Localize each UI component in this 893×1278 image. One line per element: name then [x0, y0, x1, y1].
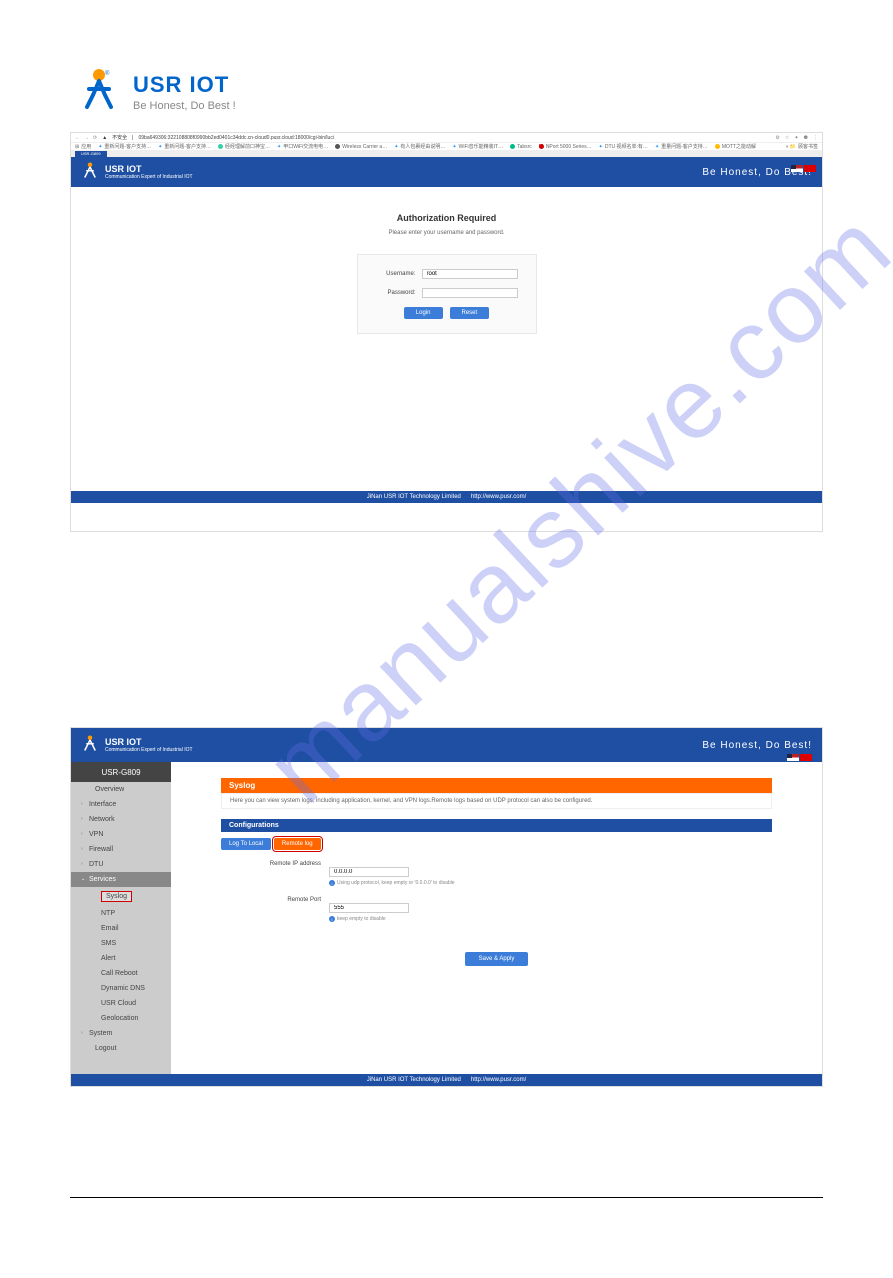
app-name: USR IOT: [105, 164, 193, 174]
app-logo-icon: [81, 734, 99, 757]
flag-cn-icon[interactable]: [800, 754, 812, 761]
sidebar-item-usr-cloud[interactable]: USR Cloud: [71, 996, 171, 1011]
tab-log-to-local[interactable]: Log To Local: [221, 838, 271, 850]
sidebar-item-logout[interactable]: Logout: [71, 1041, 171, 1056]
sidebar-item-vpn[interactable]: ›VPN: [71, 827, 171, 842]
app-slogan: Be Honest, Do Best!: [702, 740, 812, 751]
flag-us-icon[interactable]: [787, 754, 799, 761]
sidebar-item-call-reboot[interactable]: Call Reboot: [71, 966, 171, 981]
bookmark-item[interactable]: ✦重新问题-客户支持…: [158, 143, 211, 150]
app-name: USR IOT: [105, 737, 193, 747]
app-footer: JiNan USR IOT Technology Limited http://…: [71, 1074, 822, 1086]
remote-ip-hint: Using udp protocol, keep empty or '0.0.0…: [337, 880, 455, 886]
app-subtitle: Communication Expert of Industrial IOT: [105, 174, 193, 181]
auth-title: Authorization Required: [71, 213, 822, 223]
sidebar: USR-G809 Overview ›Interface ›Network ›V…: [71, 762, 171, 1074]
app-header: USR IOT Communication Expert of Industri…: [71, 728, 822, 762]
svg-text:®: ®: [105, 70, 110, 77]
login-form: Username: Password: Login Reset: [357, 254, 537, 334]
footer-url[interactable]: http://www.pusr.com/: [471, 494, 526, 500]
usr-iot-logo-icon: ®: [75, 65, 123, 118]
app-logo-icon: [81, 161, 99, 184]
reload-icon[interactable]: ⟳: [93, 135, 97, 141]
bookmark-item[interactable]: ✦重量问题-客户支持…: [655, 143, 708, 150]
translate-icon[interactable]: ⚙: [775, 135, 779, 141]
panel-title: Syslog: [221, 778, 772, 793]
security-indicator: ▲: [102, 135, 107, 141]
login-button[interactable]: Login: [404, 307, 443, 319]
document-footer-rule: [70, 1197, 823, 1198]
logo-tagline: Be Honest, Do Best !: [133, 100, 236, 112]
remote-ip-label: Remote IP address: [221, 860, 321, 867]
bookmark-right[interactable]: » 📁 顾客书签: [786, 143, 818, 150]
browser-tab[interactable]: USR-G809: [75, 151, 107, 157]
remote-port-hint: keep empty to disable: [337, 916, 386, 922]
login-screenshot: ← → ⟳ ▲ 不安全 | 09ba649306:322108808f0990b…: [70, 132, 823, 532]
bookmark-item[interactable]: 经经理解前口神宝…: [218, 143, 270, 150]
bookmark-item[interactable]: ✦WiFi音乐能精装IT…: [452, 143, 503, 150]
sidebar-item-alert[interactable]: Alert: [71, 951, 171, 966]
footer-url[interactable]: http://www.pusr.com/: [471, 1077, 526, 1083]
bookmark-item[interactable]: ✦有人包裹经由说明…: [394, 143, 445, 150]
device-model: USR-G809: [71, 762, 171, 782]
username-input[interactable]: [422, 269, 518, 279]
sidebar-item-geolocation[interactable]: Geolocation: [71, 1011, 171, 1026]
bookmark-item[interactable]: MNPort 5000 Series…: [539, 144, 592, 150]
star-icon[interactable]: ☆: [785, 135, 789, 141]
sidebar-item-system[interactable]: ›System: [71, 1026, 171, 1041]
remote-ip-input[interactable]: [329, 867, 409, 877]
sidebar-item-dtu[interactable]: ›DTU: [71, 857, 171, 872]
flag-us-icon[interactable]: [791, 165, 803, 172]
remote-port-label: Remote Port: [221, 896, 321, 903]
flag-cn-icon[interactable]: [804, 165, 816, 172]
sidebar-item-interface[interactable]: ›Interface: [71, 797, 171, 812]
tab-remote-log[interactable]: Remote log: [274, 838, 321, 850]
info-icon: i: [329, 880, 335, 886]
app-header: USR IOT Communication Expert of Industri…: [71, 157, 822, 187]
bookmark-app[interactable]: ⊞ 应用: [75, 143, 91, 150]
save-apply-button[interactable]: Save & Apply: [465, 952, 529, 966]
sidebar-item-email[interactable]: Email: [71, 921, 171, 936]
syslog-screenshot: USR IOT Communication Expert of Industri…: [70, 727, 823, 1087]
sidebar-item-syslog[interactable]: Syslog: [71, 887, 171, 906]
app-footer: JiNan USR IOT Technology Limited http://…: [71, 491, 822, 503]
password-input[interactable]: [422, 288, 518, 298]
sidebar-item-firewall[interactable]: ›Firewall: [71, 842, 171, 857]
bookmark-item[interactable]: Tabsrc: [510, 144, 532, 150]
sidebar-item-services[interactable]: ⌄Services: [71, 872, 171, 887]
bookmarks-bar: ⊞ 应用 ✦重新问题-客户支持… ✦重新问题-客户支持… 经经理解前口神宝… ✦…: [71, 143, 822, 151]
panel-description: Here you can view system logs, including…: [221, 793, 772, 809]
footer-company: JiNan USR IOT Technology Limited: [367, 494, 461, 500]
forward-icon[interactable]: →: [84, 135, 89, 141]
bookmark-item[interactable]: MOTT之能动解: [715, 143, 756, 150]
sidebar-item-dynamic-dns[interactable]: Dynamic DNS: [71, 981, 171, 996]
menu-icon[interactable]: ⋮: [813, 135, 818, 141]
profile-icon[interactable]: ⚈: [804, 135, 808, 141]
sidebar-item-sms[interactable]: SMS: [71, 936, 171, 951]
document-logo: ® USR IOT Be Honest, Do Best !: [0, 0, 893, 126]
auth-subtitle: Please enter your username and password.: [71, 230, 822, 236]
logo-name: USR IOT: [133, 72, 236, 98]
extension-icon[interactable]: ✦: [794, 135, 798, 141]
password-label: Password:: [376, 290, 416, 296]
bookmark-item[interactable]: Wireless Carrier a…: [335, 144, 387, 150]
bookmark-item[interactable]: ✦重新问题-客户支持…: [98, 143, 151, 150]
bookmark-item[interactable]: ✦甲口WiFi交流电电…: [277, 143, 328, 150]
sidebar-item-overview[interactable]: Overview: [71, 782, 171, 797]
sidebar-item-ntp[interactable]: NTP: [71, 906, 171, 921]
bookmark-item[interactable]: ✦DTU 视频名单:有…: [599, 143, 648, 150]
username-label: Username:: [376, 271, 416, 277]
security-text: 不安全: [112, 134, 127, 141]
reset-button[interactable]: Reset: [450, 307, 490, 319]
browser-address-bar: ← → ⟳ ▲ 不安全 | 09ba649306:322108808f0990b…: [71, 133, 822, 143]
app-subtitle: Communication Expert of Industrial IOT: [105, 747, 193, 754]
url-text[interactable]: 09ba649306:322108808f0990bb2ed0401c34ddc…: [138, 135, 770, 141]
configurations-header: Configurations: [221, 819, 772, 832]
remote-port-input[interactable]: [329, 903, 409, 913]
back-icon[interactable]: ←: [75, 135, 80, 141]
footer-company: JiNan USR IOT Technology Limited: [367, 1077, 461, 1083]
sidebar-item-network[interactable]: ›Network: [71, 812, 171, 827]
info-icon: i: [329, 916, 335, 922]
